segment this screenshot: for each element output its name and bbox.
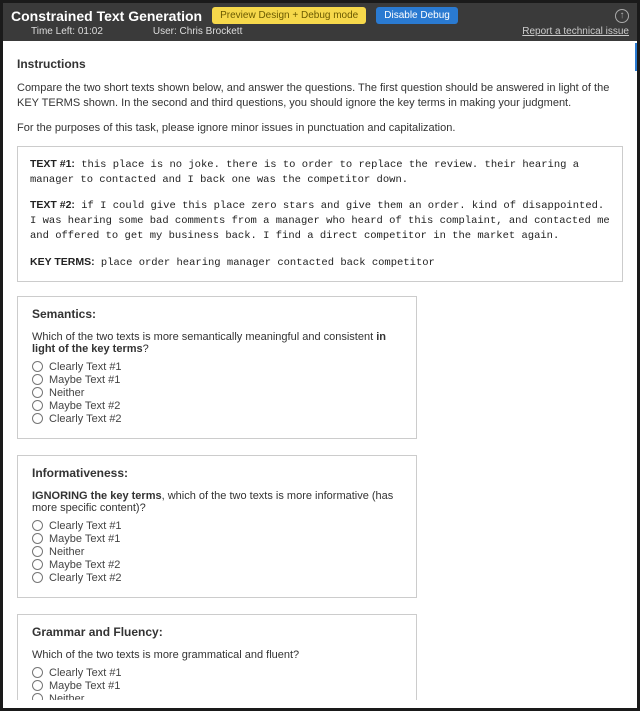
q3-prompt: Which of the two texts is more grammatic… — [32, 649, 402, 661]
question-informativeness: Informativeness: IGNORING the key terms,… — [17, 455, 417, 598]
topbar: Constrained Text Generation Preview Desi… — [3, 3, 637, 26]
q3-title: Grammar and Fluency: — [32, 625, 402, 639]
q3-radio-2[interactable] — [32, 693, 43, 700]
preview-debug-button[interactable]: Preview Design + Debug mode — [212, 7, 366, 24]
q2-radio-2[interactable] — [32, 546, 43, 557]
q3-opt-0[interactable]: Clearly Text #1 — [32, 667, 402, 679]
q1-opt-1[interactable]: Maybe Text #1 — [32, 374, 402, 386]
main-content: Instructions Compare the two short texts… — [3, 41, 637, 700]
text2-label: TEXT #2: — [30, 199, 75, 211]
q3-opt-2[interactable]: Neither — [32, 693, 402, 700]
q1-opt-4[interactable]: Clearly Text #2 — [32, 413, 402, 425]
q2-radio-0[interactable] — [32, 520, 43, 531]
q1-prompt: Which of the two texts is more semantica… — [32, 331, 402, 355]
q1-radio-2[interactable] — [32, 387, 43, 398]
q1-radio-1[interactable] — [32, 374, 43, 385]
subbar: Time Left: 01:02 User: Chris Brockett Re… — [3, 26, 637, 41]
q2-opt-3[interactable]: Maybe Text #2 — [32, 559, 402, 571]
instructions-p1: Compare the two short texts shown below,… — [17, 81, 623, 111]
q3-radio-1[interactable] — [32, 680, 43, 691]
q1-radio-4[interactable] — [32, 413, 43, 424]
q1-opt-2[interactable]: Neither — [32, 387, 402, 399]
q2-radio-4[interactable] — [32, 572, 43, 583]
keyterms-label: KEY TERMS: — [30, 256, 95, 268]
q2-opt-4[interactable]: Clearly Text #2 — [32, 572, 402, 584]
time-left: Time Left: 01:02 — [31, 26, 103, 37]
q2-radio-3[interactable] — [32, 559, 43, 570]
report-issue-link[interactable]: Report a technical issue — [522, 26, 629, 37]
q1-opt-0[interactable]: Clearly Text #1 — [32, 361, 402, 373]
q2-opt-0[interactable]: Clearly Text #1 — [32, 520, 402, 532]
instructions-heading: Instructions — [17, 57, 623, 71]
q1-opt-3[interactable]: Maybe Text #2 — [32, 400, 402, 412]
q1-radio-0[interactable] — [32, 361, 43, 372]
keyterms-body: place order hearing manager contacted ba… — [101, 257, 435, 269]
q1-title: Semantics: — [32, 307, 402, 321]
text1-label: TEXT #1: — [30, 158, 75, 170]
app-title: Constrained Text Generation — [11, 8, 202, 24]
question-grammar: Grammar and Fluency: Which of the two te… — [17, 614, 417, 700]
text2-body: if I could give this place zero stars an… — [30, 200, 610, 242]
q1-radio-3[interactable] — [32, 400, 43, 411]
app-frame: Constrained Text Generation Preview Desi… — [0, 0, 640, 711]
q2-radio-1[interactable] — [32, 533, 43, 544]
disable-debug-button[interactable]: Disable Debug — [376, 7, 458, 24]
text-samples-box: TEXT #1: this place is no joke. there is… — [17, 146, 623, 282]
scrollbar-accent — [635, 43, 637, 71]
upload-icon[interactable]: ↑ — [615, 9, 629, 23]
q3-radio-0[interactable] — [32, 667, 43, 678]
instructions-p2: For the purposes of this task, please ig… — [17, 121, 623, 136]
q2-title: Informativeness: — [32, 466, 402, 480]
q2-opt-2[interactable]: Neither — [32, 546, 402, 558]
question-semantics: Semantics: Which of the two texts is mor… — [17, 296, 417, 439]
q2-opt-1[interactable]: Maybe Text #1 — [32, 533, 402, 545]
q2-prompt: IGNORING the key terms, which of the two… — [32, 490, 402, 514]
text1-body: this place is no joke. there is to order… — [30, 159, 579, 186]
user-label: User: Chris Brockett — [153, 26, 242, 37]
q3-opt-1[interactable]: Maybe Text #1 — [32, 680, 402, 692]
